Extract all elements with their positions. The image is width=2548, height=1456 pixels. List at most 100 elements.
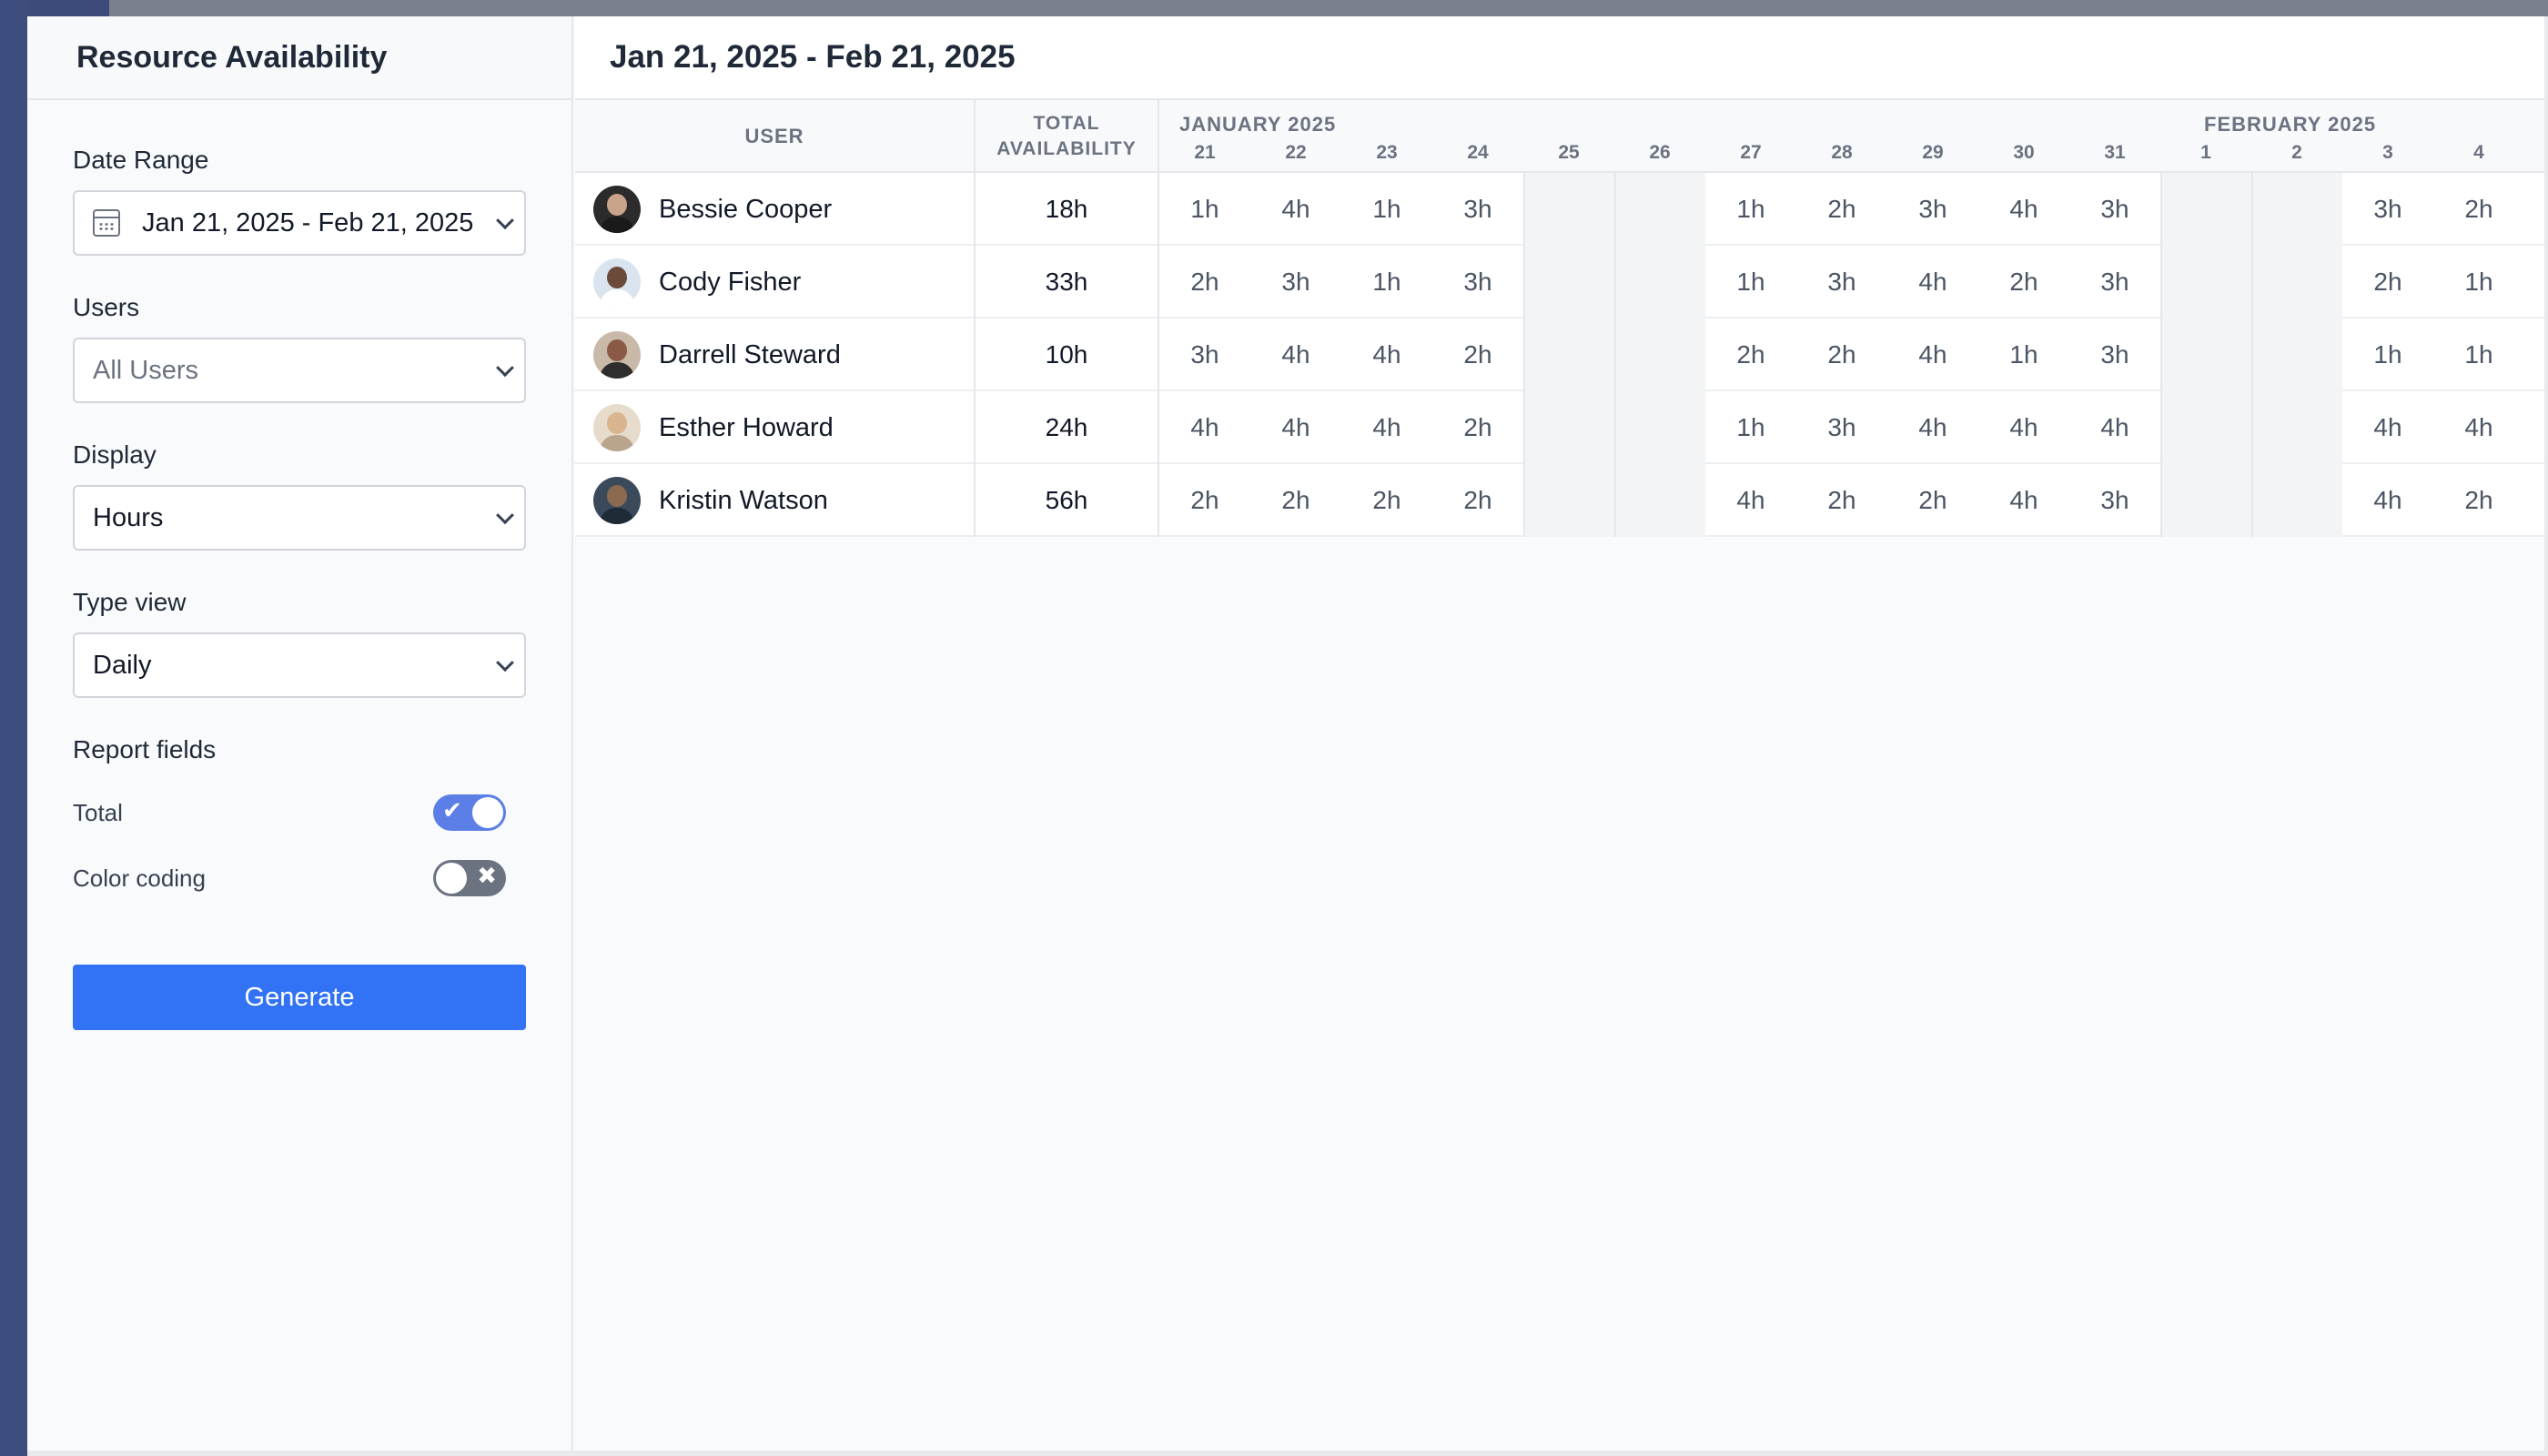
table-row[interactable]: Darrell Steward 10h 3h 4h 4h 2h 2h 2h 4h 1h 3h 1h 1h xyxy=(575,318,2544,391)
hours-cell: 2h xyxy=(1281,486,1310,514)
calendar-icon xyxy=(93,209,120,237)
hours-cell: 4h xyxy=(2009,486,2038,514)
availability-main: Jan 21, 2025 - Feb 21, 2025 USER TOTAL A… xyxy=(575,16,2544,1451)
hours-cell: 2h xyxy=(1372,486,1401,514)
total-toggle-label: Total xyxy=(73,799,123,826)
main-header: Jan 21, 2025 - Feb 21, 2025 xyxy=(575,16,2544,100)
weekend-cell xyxy=(1523,391,1614,464)
table-row[interactable]: Kristin Watson 56h 2h 2h 2h 2h 4h 2h 2h 4h 3h 4h 2h xyxy=(575,464,2544,537)
hours-cell: 4h xyxy=(2373,413,2402,441)
chevron-down-icon xyxy=(496,359,514,378)
hours-cell: 3h xyxy=(1190,340,1219,369)
table-row[interactable]: Bessie Cooper 18h 1h 4h 1h 3h 1h 2h 3h 4h 3h 3h 2h xyxy=(575,173,2544,246)
hours-cell: 2h xyxy=(1736,340,1765,369)
grid-header-row: USER TOTAL AVAILABILITY JANUARY 2025 FEB… xyxy=(575,100,2544,173)
day-header: 28 xyxy=(1831,142,1853,163)
weekend-cell xyxy=(2160,173,2251,246)
hours-cell: 4h xyxy=(1372,340,1401,369)
report-title: Jan 21, 2025 - Feb 21, 2025 xyxy=(610,39,1016,75)
weekend-cell xyxy=(1523,246,1614,318)
window-left-strip xyxy=(0,0,27,1456)
hours-cell: 3h xyxy=(2100,268,2129,296)
table-row[interactable]: Cody Fisher 33h 2h 3h 1h 3h 1h 3h 4h 2h 3h 2h 1h xyxy=(575,246,2544,318)
weekend-cell xyxy=(2251,391,2342,464)
avatar xyxy=(593,404,641,451)
hours-cell: 1h xyxy=(1736,195,1765,223)
day-header: 1 xyxy=(2200,142,2211,163)
hours-cell: 4h xyxy=(2009,413,2038,441)
date-range-picker[interactable]: Jan 21, 2025 - Feb 21, 2025 xyxy=(73,190,526,256)
day-header: 26 xyxy=(1649,142,1671,163)
avatar xyxy=(593,186,641,233)
hours-cell: 2h xyxy=(1827,340,1856,369)
total-cell: 18h xyxy=(976,173,1159,246)
toggle-knob xyxy=(436,863,467,894)
hours-cell: 3h xyxy=(1463,195,1492,223)
user-name: Esther Howard xyxy=(659,412,834,442)
hours-cell: 4h xyxy=(1281,195,1310,223)
day-header: 4 xyxy=(2473,142,2484,163)
user-cell: Bessie Cooper xyxy=(575,173,976,246)
user-cell: Kristin Watson xyxy=(575,464,976,537)
hours-cell: 2h xyxy=(1918,486,1947,514)
hours-cell: 1h xyxy=(1372,195,1401,223)
weekend-cell xyxy=(1614,173,1705,246)
hours-cell: 4h xyxy=(1281,340,1310,369)
day-header: 25 xyxy=(1558,142,1580,163)
month-label-february: FEBRUARY 2025 xyxy=(2204,113,2377,136)
user-name: Cody Fisher xyxy=(659,267,802,297)
display-select[interactable]: Hours xyxy=(73,485,526,551)
day-header: 24 xyxy=(1467,142,1489,163)
hours-cell: 2h xyxy=(1463,340,1492,369)
hours-cell: 2h xyxy=(1190,268,1219,296)
total-column-header[interactable]: TOTAL AVAILABILITY xyxy=(976,100,1159,173)
user-column-header[interactable]: USER xyxy=(575,100,976,173)
total-cell: 33h xyxy=(976,246,1159,318)
total-cell: 56h xyxy=(976,464,1159,537)
avatar xyxy=(593,331,641,379)
display-label: Display xyxy=(73,440,157,469)
hours-cell: 3h xyxy=(1918,195,1947,223)
hours-cell: 2h xyxy=(1463,486,1492,514)
hours-cell: 4h xyxy=(2464,413,2493,441)
weekend-cell xyxy=(2160,318,2251,391)
sidebar-header: Resource Availability xyxy=(27,16,571,100)
day-header: 3 xyxy=(2382,142,2393,163)
color-coding-toggle[interactable]: ✖ xyxy=(433,860,506,896)
type-view-value: Daily xyxy=(93,650,152,680)
weekend-cell xyxy=(2251,318,2342,391)
report-fields-label: Report fields xyxy=(73,735,217,763)
users-select[interactable]: All Users xyxy=(73,338,526,403)
hours-cell: 3h xyxy=(2100,340,2129,369)
day-header: 21 xyxy=(1194,142,1216,163)
total-toggle[interactable]: ✔ xyxy=(433,794,506,831)
chevron-down-icon xyxy=(496,211,514,230)
hours-cell: 3h xyxy=(2100,195,2129,223)
hours-cell: 2h xyxy=(2009,268,2038,296)
user-cell: Darrell Steward xyxy=(575,318,976,391)
table-row[interactable]: Esther Howard 24h 4h 4h 4h 2h 1h 3h 4h 4h 4h 4h 4h xyxy=(575,391,2544,464)
day-header: 29 xyxy=(1922,142,1944,163)
hours-cell: 4h xyxy=(2009,195,2038,223)
hours-cell: 2h xyxy=(2464,486,2493,514)
type-view-select[interactable]: Daily xyxy=(73,632,526,698)
user-cell: Esther Howard xyxy=(575,391,976,464)
hours-cell: 4h xyxy=(1918,340,1947,369)
hours-cell: 2h xyxy=(2373,268,2402,296)
total-header-line1: TOTAL xyxy=(1033,113,1100,134)
hours-cell: 4h xyxy=(1918,413,1947,441)
hours-cell: 4h xyxy=(1372,413,1401,441)
day-header: 27 xyxy=(1740,142,1762,163)
hours-cell: 3h xyxy=(1827,268,1856,296)
hours-cell: 4h xyxy=(2100,413,2129,441)
avatar xyxy=(593,258,641,306)
hours-cell: 4h xyxy=(2373,486,2402,514)
color-coding-toggle-label: Color coding xyxy=(73,864,206,892)
check-icon: ✔ xyxy=(442,796,462,824)
type-view-label: Type view xyxy=(73,588,187,616)
weekend-cell xyxy=(1523,173,1614,246)
generate-button[interactable]: Generate xyxy=(73,965,526,1030)
user-cell: Cody Fisher xyxy=(575,246,976,318)
hours-cell: 2h xyxy=(1190,486,1219,514)
hours-cell: 2h xyxy=(2464,195,2493,223)
